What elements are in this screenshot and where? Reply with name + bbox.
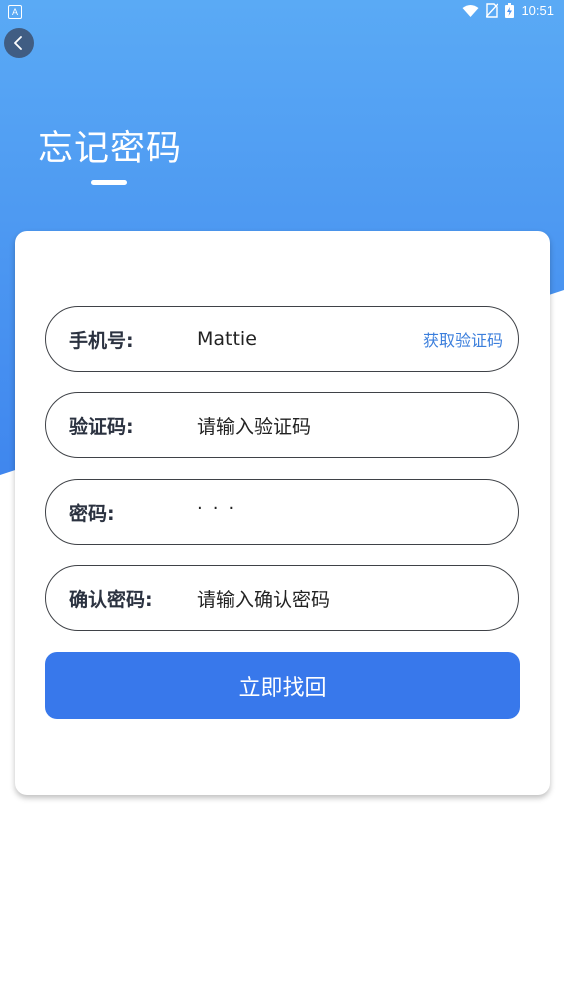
back-button[interactable] — [4, 28, 34, 58]
confirm-password-input[interactable]: 请输入确认密码 — [197, 585, 330, 612]
code-input[interactable]: 请输入验证码 — [197, 412, 311, 439]
password-label: 密码: — [69, 502, 115, 525]
wifi-icon — [462, 4, 479, 17]
phone-field[interactable]: 手机号: Mattie 获取验证码 — [45, 306, 519, 372]
no-sim-icon — [486, 3, 499, 18]
title-underline — [91, 180, 127, 185]
status-time: 10:51 — [521, 3, 554, 18]
page-title: 忘记密码 — [38, 129, 183, 169]
phone-label: 手机号: — [69, 329, 134, 352]
back-arrow-icon — [14, 36, 22, 50]
submit-button[interactable]: 立即找回 — [45, 652, 520, 719]
notification-icon: A — [8, 5, 22, 19]
code-label: 验证码: — [69, 415, 134, 438]
form-card: 手机号: Mattie 获取验证码 验证码: 请输入验证码 密码: ··· 确认… — [15, 231, 550, 795]
phone-input[interactable]: Mattie — [197, 328, 257, 350]
password-input[interactable]: ··· — [197, 498, 244, 519]
get-code-button[interactable]: 获取验证码 — [423, 327, 503, 351]
battery-charging-icon — [505, 3, 515, 18]
confirm-password-label: 确认密码: — [69, 588, 153, 611]
password-field[interactable]: 密码: ··· — [45, 479, 519, 545]
confirm-password-field[interactable]: 确认密码: 请输入确认密码 — [45, 565, 519, 631]
status-bar: A 10:51 — [0, 0, 564, 24]
code-field[interactable]: 验证码: 请输入验证码 — [45, 392, 519, 458]
